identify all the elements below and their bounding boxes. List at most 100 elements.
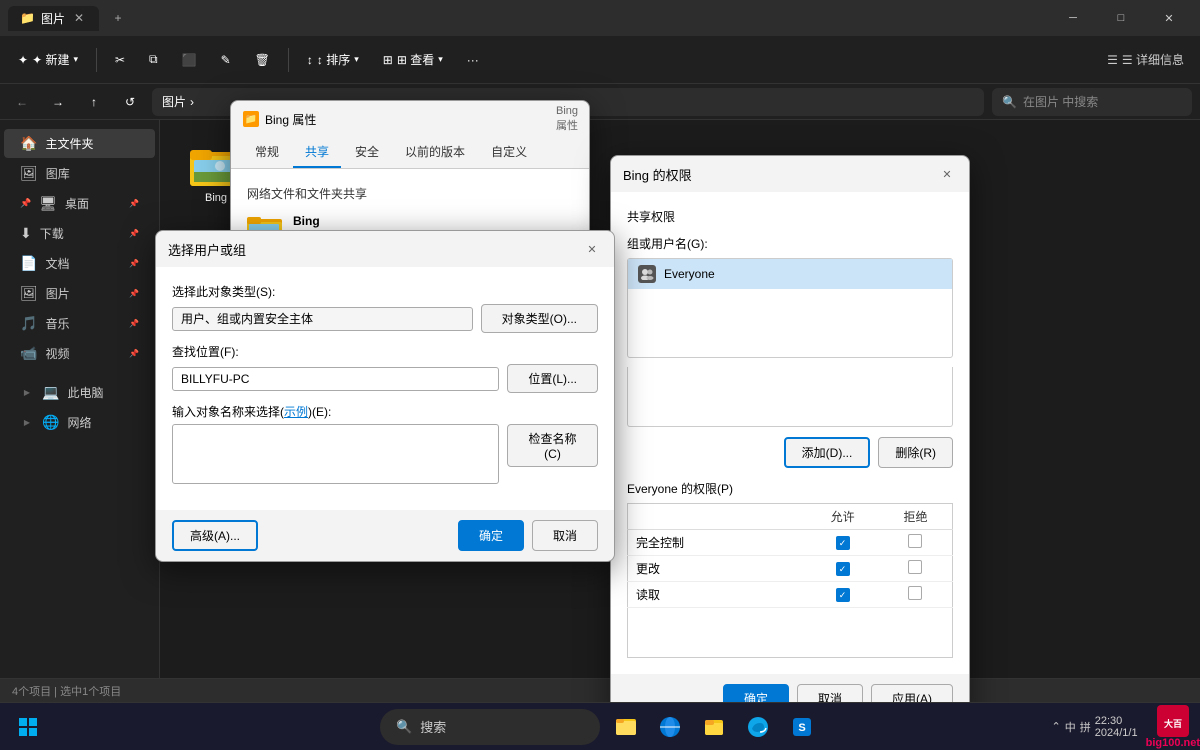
share-folder-name: Bing [293, 214, 326, 228]
sep2 [288, 48, 289, 72]
perm-deny-change[interactable] [879, 556, 953, 582]
watermark-text: big100.net [1146, 737, 1200, 749]
explorer-tab[interactable]: 📁 图片 ✕ [8, 6, 99, 31]
everyone-list-item[interactable]: Everyone [628, 259, 952, 289]
maximize-btn[interactable]: □ [1098, 0, 1144, 36]
paste-btn[interactable]: ⬛ [172, 47, 207, 73]
expander-net: ▶ [20, 416, 34, 430]
search-box[interactable]: 🔍 在图片 中搜索 [992, 88, 1192, 116]
check-deny-read [908, 586, 922, 600]
breadcrumb-arrow: › [190, 95, 194, 109]
advanced-btn[interactable]: 高级(A)... [172, 520, 258, 551]
sidebar-item-network[interactable]: ▶ 🌐 网络 [4, 408, 155, 437]
taskbar-search[interactable]: 🔍 搜索 [380, 709, 600, 745]
bing-props-title-bar: 📁 Bing 属性 Bing 属性 [231, 101, 589, 137]
pin-marker3: 📌 [129, 259, 139, 268]
location-label: 查找位置(F): [172, 343, 598, 360]
search-icon: 🔍 [1002, 95, 1017, 109]
name-textarea[interactable] [172, 424, 499, 484]
detail-info-btn[interactable]: ☰ ☰ 详细信息 [1099, 47, 1192, 72]
forward-btn[interactable]: → [44, 88, 72, 116]
col-deny: 拒绝 [879, 504, 953, 530]
view-btn[interactable]: ⊞ ⊞ 查看 ▾ [373, 45, 453, 74]
cut-btn[interactable]: ✂ [105, 47, 135, 73]
taskbar-app-2[interactable] [652, 709, 688, 745]
rename-icon: ✎ [221, 53, 231, 67]
more-btn[interactable]: ··· [457, 47, 489, 73]
pin-icon: 📌 [20, 198, 31, 209]
watermark-logo: 大百 [1157, 705, 1189, 737]
perm-deny-read[interactable] [879, 582, 953, 608]
taskbar-app-5[interactable]: S [784, 709, 820, 745]
perm-deny-full[interactable] [879, 530, 953, 556]
start-btn[interactable] [8, 707, 48, 747]
title-bar: 📁 图片 ✕ + ─ □ ✕ [0, 0, 1200, 36]
object-type-row: 对象类型(O)... [172, 304, 598, 333]
copy-btn[interactable]: ⧉ [139, 46, 168, 73]
refresh-btn[interactable]: ↺ [116, 88, 144, 116]
sidebar-item-gallery[interactable]: 🖼 图库 [4, 159, 155, 188]
object-type-btn[interactable]: 对象类型(O)... [481, 304, 598, 333]
check-name-btn[interactable]: 检查名称(C) [507, 424, 598, 467]
tab-close-btn[interactable]: ✕ [71, 10, 87, 26]
videos-icon: 📹 [20, 345, 37, 362]
sidebar-item-home[interactable]: 🏠 主文件夹 [4, 129, 155, 158]
sidebar-item-docs[interactable]: 📄 文档 📌 [4, 249, 155, 278]
location-input[interactable] [172, 367, 499, 391]
sidebar-item-downloads[interactable]: ⬇ 下载 📌 [4, 219, 155, 248]
shared-perm-label: 共享权限 [627, 208, 953, 225]
sidebar-item-videos[interactable]: 📹 视频 📌 [4, 339, 155, 368]
taskbar-app-3[interactable] [696, 709, 732, 745]
perm-row-read: 读取 ✓ [628, 582, 953, 608]
close-btn[interactable]: ✕ [1146, 0, 1192, 36]
tab-previous[interactable]: 以前的版本 [393, 137, 477, 168]
select-cancel-btn[interactable]: 取消 [532, 520, 598, 551]
remove-btn[interactable]: 删除(R) [878, 437, 953, 468]
taskbar-files-icon [702, 715, 726, 739]
object-type-input[interactable] [172, 307, 473, 331]
paste-icon: ⬛ [182, 53, 197, 67]
new-tab-btn[interactable]: + [103, 3, 133, 33]
example-link[interactable]: 示例 [284, 405, 308, 419]
taskbar-app-4[interactable] [740, 709, 776, 745]
taskbar-app-1[interactable] [608, 709, 644, 745]
delete-btn[interactable]: 🗑 [245, 47, 280, 73]
sidebar-item-desktop[interactable]: 📌 🖥 桌面 📌 [4, 189, 155, 218]
group-user-list: Everyone [627, 258, 953, 358]
tab-share[interactable]: 共享 [293, 137, 341, 168]
sidebar-item-pictures[interactable]: 🖼 图片 📌 [4, 279, 155, 308]
everyone-label: Everyone [664, 267, 715, 281]
new-btn[interactable]: ✦ ✦ 新建 ▾ [8, 45, 88, 74]
input-label-text: 输入对象名称来选择( [172, 405, 284, 419]
sidebar-item-pc[interactable]: ▶ 💻 此电脑 [4, 378, 155, 407]
sys-lang2: 拼 [1080, 719, 1091, 735]
folder-icon-tab: 📁 [20, 11, 35, 25]
tab-custom[interactable]: 自定义 [479, 137, 539, 168]
location-btn[interactable]: 位置(L)... [507, 364, 598, 393]
minimize-btn[interactable]: ─ [1050, 0, 1096, 36]
status-text: 4个项目 | 选中1个项目 [12, 683, 121, 699]
perm-allow-read[interactable]: ✓ [806, 582, 879, 608]
bing-props-close[interactable]: Bing 属性 [557, 109, 577, 129]
tab-security[interactable]: 安全 [343, 137, 391, 168]
back-btn[interactable]: ← [8, 88, 36, 116]
sidebar-item-music[interactable]: 🎵 音乐 📌 [4, 309, 155, 338]
select-ok-btn[interactable]: 确定 [458, 520, 524, 551]
more-icon: ··· [467, 53, 479, 67]
perm-title-bar: Bing 的权限 ✕ [611, 156, 969, 192]
sort-btn[interactable]: ↕ ↕ 排序 ▾ [297, 45, 369, 74]
select-user-title-bar: 选择用户或组 ✕ [156, 231, 614, 267]
add-btn[interactable]: 添加(D)... [784, 437, 871, 468]
perm-empty-area [627, 608, 953, 658]
perm-close-btn[interactable]: ✕ [937, 164, 957, 184]
up-btn[interactable]: ↑ [80, 88, 108, 116]
svg-text:大百: 大百 [1164, 718, 1182, 729]
tab-general[interactable]: 常规 [243, 137, 291, 168]
select-user-close[interactable]: ✕ [582, 239, 602, 259]
share-section-title: 网络文件和文件夹共享 [247, 185, 573, 202]
sidebar-gallery-label: 图库 [46, 165, 70, 182]
sys-lang1: 中 [1065, 719, 1076, 735]
perm-allow-full[interactable]: ✓ [806, 530, 879, 556]
rename-btn[interactable]: ✎ [211, 47, 241, 73]
perm-allow-change[interactable]: ✓ [806, 556, 879, 582]
